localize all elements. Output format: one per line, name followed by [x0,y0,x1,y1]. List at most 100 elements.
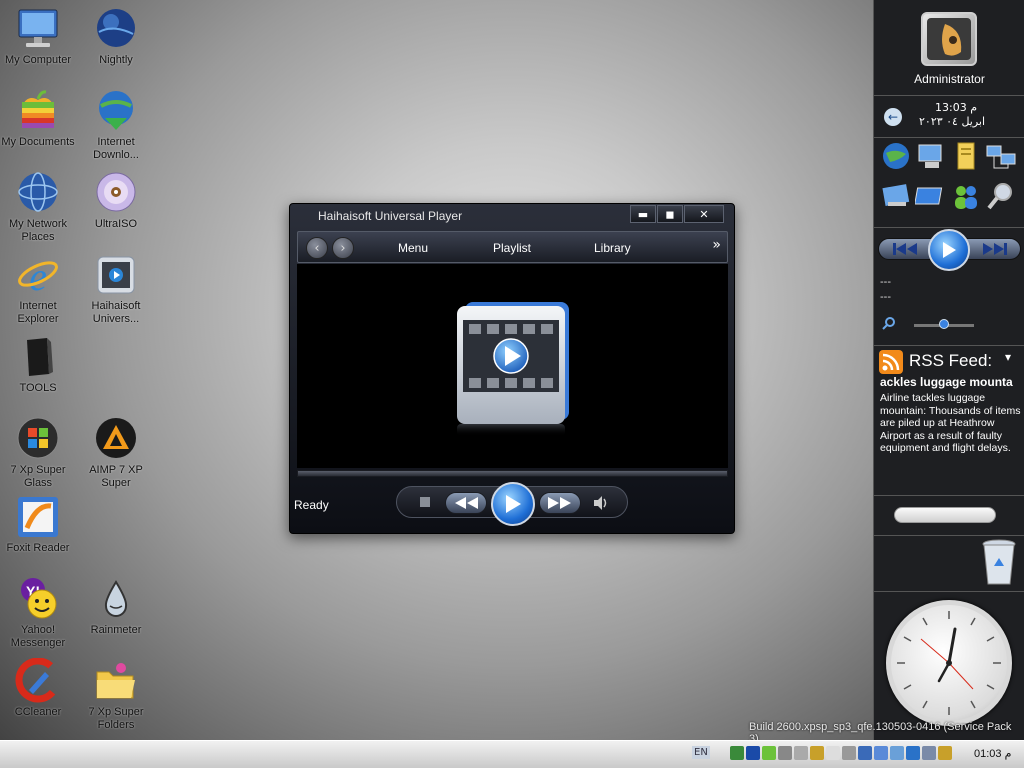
monitor-icon [18,9,58,47]
back-circle-icon[interactable]: ← [884,108,902,126]
documents-folder-icon[interactable] [950,140,982,172]
menu-bar: ‹ › Menu Playlist Library » [297,231,728,263]
desktop-icon-yahoo-messenger[interactable]: Y! Yahoo! Messenger [0,576,76,650]
network-icon[interactable] [985,140,1017,172]
ccleaner-icon [15,658,61,703]
desktop-icon-label: Internet Explorer [17,300,59,325]
tray-window-icon[interactable] [874,746,888,760]
windows-orb-icon [17,417,59,459]
window-icon[interactable] [915,180,947,212]
desktop-icon-label: TOOLS [19,382,57,394]
tray-usb-icon[interactable] [778,746,792,760]
tray-image-icon[interactable] [922,746,936,760]
previous-track-icon[interactable] [890,242,920,256]
search-section [874,496,1024,536]
zoom-icon[interactable] [882,316,896,330]
more-chevron-icon[interactable]: » [712,237,721,253]
ie-icon: e [18,254,58,298]
tray-network-icon[interactable] [730,746,744,760]
desktop-icon-internet-download-manager[interactable]: Internet Downlo... [78,88,154,162]
tray-monitor-icon[interactable] [858,746,872,760]
recycle-bin-icon[interactable] [979,538,1019,588]
desktop-icon-7xp-super-glass[interactable]: 7 Xp Super Glass [0,416,76,490]
desktop-icon-label: Haihaisoft Univers... [91,300,141,325]
language-indicator[interactable]: EN [692,746,710,759]
stop-icon[interactable] [419,496,431,508]
tray-display-icon[interactable] [794,746,808,760]
search-input[interactable] [894,507,996,523]
fast-forward-icon[interactable] [539,492,581,514]
desktop-icon-ccleaner[interactable]: CCleaner [0,658,76,719]
maximize-button[interactable]: ◼ [657,205,683,223]
desktop-icon-foxit-reader[interactable]: Foxit Reader [0,494,76,555]
menu-item-playlist[interactable]: Playlist [493,241,531,255]
tray-speaker-icon[interactable] [842,746,856,760]
tray-app-icon[interactable] [746,746,760,760]
player-window[interactable]: Haihaisoft Universal Player ▬ ◼ ✕ ‹ › Me… [289,203,735,534]
desktop-icon-label: Internet Downlo... [93,136,139,161]
desktop-icon-my-network-places[interactable]: My Network Places [0,170,76,244]
globe-icon[interactable] [880,140,912,172]
desktop-icon-haihaisoft[interactable]: Haihaisoft Univers... [78,252,154,326]
tray-flag-icon[interactable] [826,746,840,760]
media-section: --- --- [874,228,1024,346]
recycle-bin-section [874,536,1024,592]
guitar-icon [927,18,971,60]
desktop-icon-my-computer[interactable]: My Computer [0,6,76,67]
desktop-icon-7xp-super-folders[interactable]: 7 Xp Super Folders [78,658,154,732]
user-name: Administrator [914,72,985,86]
play-icon[interactable] [491,482,535,526]
desktop-icon-label: CCleaner [14,706,62,718]
desktop-icon-label: My Documents [1,136,75,148]
volume-icon[interactable] [593,495,609,511]
menu-item-library[interactable]: Library [594,241,631,255]
back-arrow-icon[interactable]: ‹ [306,237,328,259]
rss-title: RSS Feed: [909,351,993,370]
desktop-icon-aimp[interactable]: AIMP 7 XP Super [78,416,154,490]
desktop-icon-internet-explorer[interactable]: e Internet Explorer [0,252,76,326]
svg-text:e: e [29,254,47,298]
disc-icon [96,172,136,212]
taskbar-clock[interactable]: 01:03 م [974,747,1011,760]
aimp-icon [96,418,136,458]
rss-dropdown-icon[interactable]: ▾ [1005,350,1011,364]
settings-icon[interactable] [880,180,912,212]
rss-icon [879,350,903,374]
system-tray [730,746,952,760]
tray-globe-icon[interactable] [906,746,920,760]
tray-tools-icon[interactable] [938,746,952,760]
playback-controls [396,482,628,526]
minimize-button[interactable]: ▬ [630,205,656,223]
globe-icon [97,9,135,47]
forward-arrow-icon[interactable]: › [332,237,354,259]
next-track-icon[interactable] [980,242,1010,256]
video-area[interactable] [297,264,728,468]
rss-headline[interactable]: ackles luggage mounta [880,375,1024,389]
desktop-icon-rainmeter[interactable]: Rainmeter [78,576,154,637]
desktop-icon-tools[interactable]: TOOLS [0,334,76,395]
desktop-icon-label: 7 Xp Super Glass [10,464,66,489]
download-globe-icon [99,91,133,130]
menu-item-menu[interactable]: Menu [398,241,428,255]
search-icon[interactable] [985,180,1017,212]
close-button[interactable]: ✕ [684,205,724,223]
desktop-icon-label: Yahoo! Messenger [10,624,66,649]
network-globe-icon [18,172,58,212]
yahoo-icon: Y! [21,578,57,619]
avatar[interactable] [921,12,977,66]
tray-shield-icon[interactable] [762,746,776,760]
play-icon[interactable] [928,229,970,271]
desktop-icon-my-documents[interactable]: My Documents [0,88,76,149]
volume-slider-thumb[interactable] [939,319,949,329]
seek-bar[interactable] [297,470,728,477]
desktop-icon-label: Rainmeter [90,624,142,636]
computer-icon[interactable] [915,140,947,172]
tray-folder-icon[interactable] [890,746,904,760]
tray-messenger-icon[interactable] [810,746,824,760]
desktop-icon-nightly[interactable]: Nightly [78,6,154,67]
window-title: Haihaisoft Universal Player [318,209,463,223]
desktop-icon-ultraiso[interactable]: UltraISO [78,170,154,231]
status-text: Ready [294,498,329,512]
rewind-icon[interactable] [445,492,487,514]
users-icon[interactable] [950,180,982,212]
